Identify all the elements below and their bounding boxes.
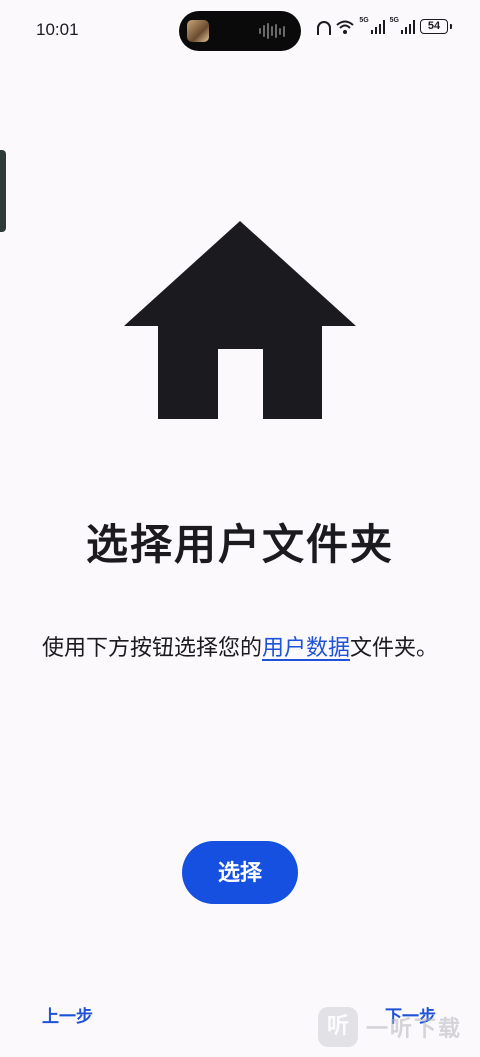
now-playing-artwork: [187, 20, 209, 42]
status-time: 10:01: [36, 20, 79, 39]
watermark-text: 一听下载: [366, 1017, 463, 1042]
previous-step-button[interactable]: 上一步: [42, 1002, 93, 1027]
battery-icon: 54: [420, 19, 452, 34]
page-title: 选择用户文件夹: [85, 520, 394, 569]
wifi-icon: [336, 20, 354, 34]
signal-icon: [370, 19, 385, 34]
user-data-link[interactable]: 用户数据: [262, 636, 350, 661]
signal-icon: [401, 19, 415, 34]
status-icons: 5G 5G 54: [317, 17, 452, 35]
watermark: 听 一听下载: [318, 1007, 462, 1047]
home-icon: [124, 221, 356, 420]
network-type-2: 5G: [389, 17, 399, 24]
dynamic-island[interactable]: [179, 11, 301, 51]
select-folder-button[interactable]: 选择: [182, 841, 298, 904]
watermark-logo: 听: [318, 1007, 358, 1047]
description-text: 使用下方按钮选择您的: [41, 636, 262, 661]
headphones-icon: [317, 20, 332, 35]
description-text-end: 文件夹。: [350, 636, 439, 661]
side-edge-handle[interactable]: [0, 150, 6, 232]
status-bar: 10:01 5G 5G 54: [0, 0, 480, 62]
audio-wave-icon: [259, 23, 285, 39]
network-type-1: 5G: [359, 17, 369, 24]
description: 使用下方按钮选择您的用户数据文件夹。: [24, 628, 456, 670]
